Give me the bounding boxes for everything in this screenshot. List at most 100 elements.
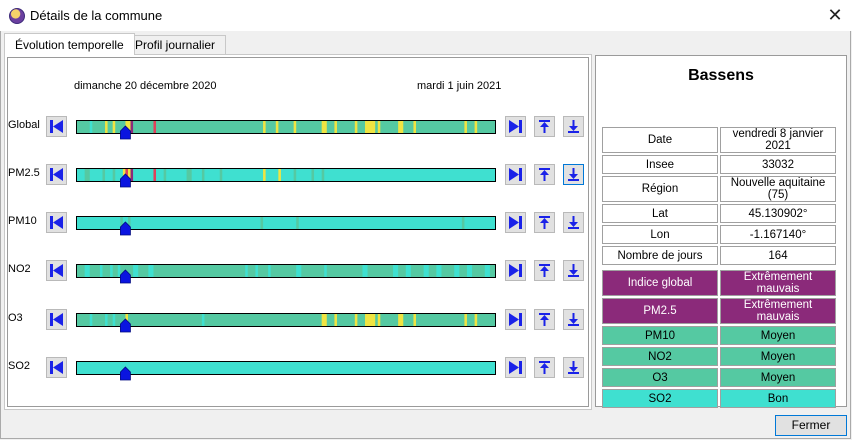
move-up-button[interactable] xyxy=(534,260,555,281)
day-band xyxy=(398,314,404,326)
skip-first-icon xyxy=(50,313,63,326)
move-down-icon xyxy=(568,216,579,229)
skip-first-icon xyxy=(50,168,63,181)
info-row: Lon -1.167140° xyxy=(602,225,836,244)
app-icon xyxy=(9,8,25,24)
index-row: Indice global Extrêmement mauvais xyxy=(602,270,836,296)
index-value: Extrêmement mauvais xyxy=(720,270,836,296)
move-up-button[interactable] xyxy=(534,309,555,330)
move-up-icon xyxy=(539,313,550,326)
last-day-button[interactable] xyxy=(505,260,526,281)
last-day-button[interactable] xyxy=(505,164,526,185)
day-band xyxy=(393,265,399,277)
tab-evolution-temporelle[interactable]: Évolution temporelle xyxy=(4,33,135,55)
day-band xyxy=(413,121,416,133)
day-band xyxy=(461,217,465,229)
day-band xyxy=(133,265,139,277)
day-band xyxy=(112,121,116,133)
info-row: Région Nouvelle aquitaine (75) xyxy=(602,176,836,202)
end-date-label: mardi 1 juin 2021 xyxy=(417,80,502,92)
day-band xyxy=(296,265,302,277)
first-day-button[interactable] xyxy=(46,212,67,233)
skip-first-icon xyxy=(50,264,63,277)
timeline-bar[interactable] xyxy=(76,361,496,381)
skip-last-icon xyxy=(509,168,522,181)
index-value: Moyen xyxy=(720,347,836,366)
info-key: Insee xyxy=(602,155,718,174)
day-band xyxy=(163,169,167,181)
row-label-global: Global xyxy=(8,119,40,131)
day-band xyxy=(334,121,337,133)
move-up-icon xyxy=(539,120,550,133)
tab-profil-journalier[interactable]: Profil journalier xyxy=(124,35,227,54)
day-band xyxy=(362,265,368,277)
timeline-background xyxy=(76,168,496,182)
timeline-background xyxy=(76,264,496,278)
move-up-button[interactable] xyxy=(534,116,555,137)
day-band xyxy=(148,265,154,277)
move-up-button[interactable] xyxy=(534,212,555,233)
move-up-icon xyxy=(539,264,550,277)
move-down-icon xyxy=(568,264,579,277)
move-up-button[interactable] xyxy=(534,357,555,378)
day-band xyxy=(354,314,358,326)
first-day-button[interactable] xyxy=(46,309,67,330)
window-title: Détails de la commune xyxy=(30,8,163,23)
first-day-button[interactable] xyxy=(46,357,67,378)
move-down-icon xyxy=(568,313,579,326)
row-label-o3: O3 xyxy=(8,312,23,324)
info-table: Date vendredi 8 janvier 2021 Insee 33032 Rég… xyxy=(600,125,838,267)
move-down-button[interactable] xyxy=(563,212,584,233)
move-down-icon xyxy=(568,120,579,133)
move-down-button[interactable] xyxy=(563,357,584,378)
timeline-bar[interactable] xyxy=(76,168,496,188)
day-band xyxy=(84,265,90,277)
first-day-button[interactable] xyxy=(46,116,67,137)
last-day-button[interactable] xyxy=(505,212,526,233)
index-row: PM10 Moyen xyxy=(602,326,836,345)
day-band xyxy=(296,217,299,229)
day-band xyxy=(464,121,467,133)
day-band xyxy=(260,217,264,229)
first-day-button[interactable] xyxy=(46,260,67,281)
move-down-button[interactable] xyxy=(563,260,584,281)
day-band xyxy=(334,314,337,326)
timeline-bar[interactable] xyxy=(76,216,496,236)
index-value: Extrêmement mauvais xyxy=(720,298,836,324)
close-button[interactable]: ✕ xyxy=(822,3,848,27)
day-band xyxy=(263,169,266,181)
commune-name: Bassens xyxy=(688,67,754,84)
last-day-button[interactable] xyxy=(505,357,526,378)
index-value: Moyen xyxy=(720,368,836,387)
move-up-button[interactable] xyxy=(534,164,555,185)
info-value: 45.130902° xyxy=(720,204,836,223)
timeline-background xyxy=(76,313,496,327)
index-row: PM2.5 Extrêmement mauvais xyxy=(602,298,836,324)
day-band xyxy=(255,265,258,277)
timeline-bar[interactable] xyxy=(76,120,496,140)
last-day-button[interactable] xyxy=(505,309,526,330)
timeline-background xyxy=(76,361,496,375)
day-band xyxy=(112,169,116,181)
timeline-background xyxy=(76,120,496,134)
move-down-button[interactable] xyxy=(563,116,584,137)
day-band xyxy=(263,121,266,133)
day-band xyxy=(105,121,108,133)
move-down-button[interactable] xyxy=(563,309,584,330)
move-down-button[interactable] xyxy=(563,164,584,185)
day-band xyxy=(99,265,103,277)
close-icon: ✕ xyxy=(827,4,843,25)
fermer-button[interactable]: Fermer xyxy=(775,415,847,436)
first-day-button[interactable] xyxy=(46,164,67,185)
index-row: O3 Moyen xyxy=(602,368,836,387)
skip-first-icon xyxy=(50,120,63,133)
day-band xyxy=(153,121,157,133)
index-key: PM2.5 xyxy=(602,298,718,324)
timeline-bar[interactable] xyxy=(76,313,496,333)
skip-last-icon xyxy=(509,361,522,374)
day-band xyxy=(324,265,327,277)
timeline-bar[interactable] xyxy=(76,264,496,284)
last-day-button[interactable] xyxy=(505,116,526,137)
day-band xyxy=(186,169,192,181)
info-value: 33032 xyxy=(720,155,836,174)
